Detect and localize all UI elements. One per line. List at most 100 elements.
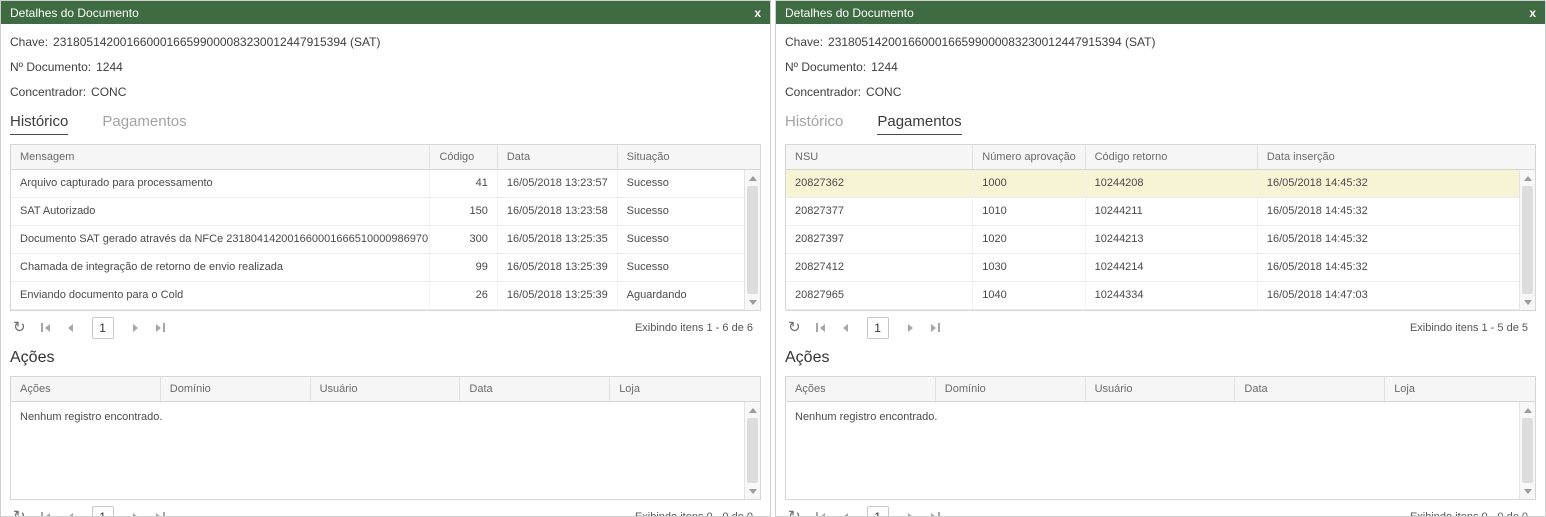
page-number-button[interactable]: 1 [867, 506, 889, 517]
column-header-data-insercao[interactable]: Data inserção [1258, 145, 1535, 169]
prev-page-icon[interactable] [840, 510, 851, 517]
table-header-row: Mensagem Código Data Situação [11, 145, 760, 170]
cell-mensagem: Documento SAT gerado através da NFCe 231… [11, 226, 430, 253]
pager-status: Exibindo itens 1 - 6 de 6 [635, 322, 758, 334]
cell-codigo-retorno: 10244211 [1086, 198, 1258, 225]
tab-pagamentos[interactable]: Pagamentos [877, 113, 961, 135]
next-page-icon[interactable] [130, 321, 141, 335]
next-page-icon[interactable] [130, 510, 141, 517]
pagamentos-table: NSU Número aprovação Código retorno Data… [785, 144, 1536, 311]
field-chave-value: 2318051420016600016659900008323001244791… [53, 35, 380, 49]
column-header-data[interactable]: Data [460, 377, 610, 401]
vertical-scrollbar[interactable] [1519, 402, 1535, 499]
column-header-usuario[interactable]: Usuário [311, 377, 461, 401]
scrollbar-thumb[interactable] [1522, 418, 1533, 483]
vertical-scrollbar[interactable] [1519, 170, 1535, 310]
table-row[interactable]: Documento SAT gerado através da NFCe 231… [11, 226, 760, 254]
document-details-dialog-historico: Detalhes do Documento x Chave:2318051420… [0, 0, 771, 517]
column-header-situacao[interactable]: Situação [618, 145, 760, 169]
tab-pagamentos[interactable]: Pagamentos [102, 113, 186, 135]
column-header-mensagem[interactable]: Mensagem [11, 145, 430, 169]
column-header-codigo-retorno[interactable]: Código retorno [1086, 145, 1258, 169]
cell-data: 16/05/2018 13:25:39 [498, 254, 618, 281]
refresh-icon[interactable]: ↻ [13, 320, 26, 335]
column-header-data[interactable]: Data [498, 145, 618, 169]
seek-last-icon[interactable] [153, 509, 168, 516]
next-page-icon[interactable] [905, 321, 916, 335]
seek-last-icon[interactable] [928, 509, 943, 516]
table-row[interactable]: SAT Autorizado 150 16/05/2018 13:23:58 S… [11, 198, 760, 226]
seek-first-icon[interactable] [38, 509, 53, 516]
scrollbar-thumb[interactable] [747, 186, 758, 294]
scroll-down-icon[interactable] [1520, 295, 1535, 309]
seek-last-icon[interactable] [153, 320, 168, 335]
page-number-button[interactable]: 1 [92, 317, 114, 339]
vertical-scrollbar[interactable] [744, 402, 760, 499]
cell-mensagem: Arquivo capturado para processamento [11, 170, 430, 197]
prev-page-icon[interactable] [840, 321, 851, 335]
field-numero-documento: Nº Documento:1244 [785, 60, 1536, 74]
cell-codigo-retorno: 10244334 [1086, 282, 1258, 309]
field-numero-documento-value: 1244 [871, 60, 898, 74]
prev-page-icon[interactable] [65, 510, 76, 517]
column-header-nsu[interactable]: NSU [786, 145, 973, 169]
cell-codigo: 26 [430, 282, 497, 309]
scrollbar-thumb[interactable] [747, 418, 758, 483]
close-icon[interactable]: x [1529, 7, 1536, 19]
refresh-icon[interactable]: ↻ [788, 320, 801, 335]
scroll-up-icon[interactable] [1520, 403, 1535, 417]
column-header-loja[interactable]: Loja [610, 377, 760, 401]
scroll-down-icon[interactable] [1520, 484, 1535, 498]
scrollbar-thumb[interactable] [1522, 186, 1533, 294]
table-row[interactable]: 20827397 1020 10244213 16/05/2018 14:45:… [786, 226, 1535, 254]
page-number-button[interactable]: 1 [92, 506, 114, 517]
column-header-numero-aprovacao[interactable]: Número aprovação [973, 145, 1085, 169]
table-row[interactable]: Chamada de integração de retorno de envi… [11, 254, 760, 282]
scroll-down-icon[interactable] [745, 484, 760, 498]
page-number-button[interactable]: 1 [867, 317, 889, 339]
cell-numero-aprovacao: 1040 [973, 282, 1085, 309]
column-header-acoes[interactable]: Ações [11, 377, 161, 401]
cell-codigo-retorno: 10244214 [1086, 254, 1258, 281]
seek-first-icon[interactable] [38, 320, 53, 335]
dialog-titlebar: Detalhes do Documento x [776, 1, 1545, 24]
prev-page-icon[interactable] [65, 321, 76, 335]
table-row[interactable]: 20827412 1030 10244214 16/05/2018 14:45:… [786, 254, 1535, 282]
pager-status: Exibindo itens 0 - 0 de 0 [1410, 511, 1533, 517]
scroll-up-icon[interactable] [745, 403, 760, 417]
cell-codigo: 150 [430, 198, 497, 225]
table-row[interactable]: 20827965 1040 10244334 16/05/2018 14:47:… [786, 282, 1535, 310]
historico-table: Mensagem Código Data Situação Arquivo ca… [10, 144, 761, 311]
cell-situacao: Sucesso [618, 226, 760, 253]
scroll-up-icon[interactable] [745, 171, 760, 185]
scroll-down-icon[interactable] [745, 295, 760, 309]
column-header-usuario[interactable]: Usuário [1086, 377, 1236, 401]
tab-historico[interactable]: Histórico [10, 113, 68, 135]
refresh-icon[interactable]: ↻ [13, 509, 26, 516]
cell-situacao: Sucesso [618, 170, 760, 197]
cell-nsu: 20827377 [786, 198, 973, 225]
seek-first-icon[interactable] [813, 320, 828, 335]
seek-last-icon[interactable] [928, 320, 943, 335]
tab-historico[interactable]: Histórico [785, 113, 843, 135]
cell-nsu: 20827397 [786, 226, 973, 253]
table-row[interactable]: Enviando documento para o Cold 26 16/05/… [11, 282, 760, 310]
cell-data: 16/05/2018 13:25:35 [498, 226, 618, 253]
vertical-scrollbar[interactable] [744, 170, 760, 310]
table-body: Arquivo capturado para processamento 41 … [11, 170, 760, 310]
refresh-icon[interactable]: ↻ [788, 509, 801, 516]
close-icon[interactable]: x [754, 7, 761, 19]
seek-first-icon[interactable] [813, 509, 828, 516]
table-row[interactable]: 20827377 1010 10244211 16/05/2018 14:45:… [786, 198, 1535, 226]
next-page-icon[interactable] [905, 510, 916, 517]
column-header-data[interactable]: Data [1235, 377, 1385, 401]
cell-numero-aprovacao: 1030 [973, 254, 1085, 281]
column-header-codigo[interactable]: Código [430, 145, 497, 169]
column-header-acoes[interactable]: Ações [786, 377, 936, 401]
column-header-dominio[interactable]: Domínio [161, 377, 311, 401]
table-row-selected[interactable]: 20827362 1000 10244208 16/05/2018 14:45:… [786, 170, 1535, 198]
table-row[interactable]: Arquivo capturado para processamento 41 … [11, 170, 760, 198]
column-header-dominio[interactable]: Domínio [936, 377, 1086, 401]
scroll-up-icon[interactable] [1520, 171, 1535, 185]
column-header-loja[interactable]: Loja [1385, 377, 1535, 401]
